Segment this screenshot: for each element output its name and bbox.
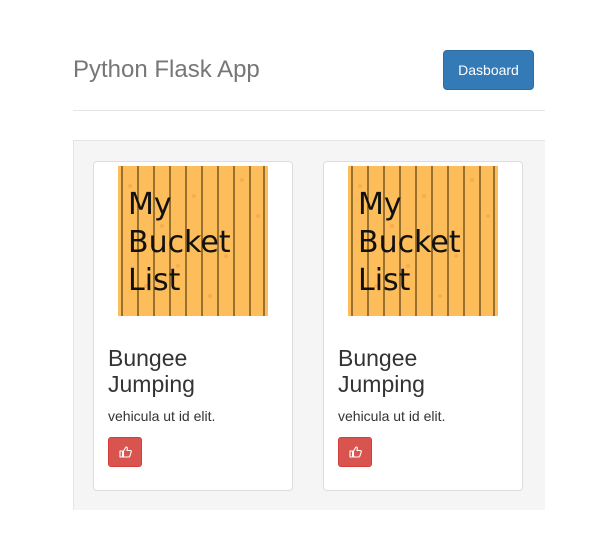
wishes-container: My Bucket List Bungee Jumping vehicula u… [73, 140, 545, 510]
thumb-text-line: List [128, 263, 181, 298]
like-button[interactable] [338, 437, 372, 467]
wish-description: vehicula ut id elit. [108, 408, 216, 424]
wish-description: vehicula ut id elit. [338, 408, 446, 424]
like-button[interactable] [108, 437, 142, 467]
dashboard-button[interactable]: Dasboard [443, 50, 534, 90]
bucket-list-thumbnail: My Bucket List [348, 166, 498, 316]
thumb-text-line: My [358, 187, 402, 222]
thumb-text-line: List [358, 263, 411, 298]
thumb-text-line: Bucket [128, 225, 231, 260]
page-title: Python Flask App [73, 56, 260, 83]
wish-title: Bungee Jumping [338, 345, 425, 397]
page-header: Python Flask App Dasboard [73, 0, 545, 111]
bucket-list-thumbnail: My Bucket List [118, 166, 268, 316]
thumbs-up-icon [119, 446, 132, 458]
wish-card: My Bucket List Bungee Jumping vehicula u… [323, 161, 523, 491]
wish-card: My Bucket List Bungee Jumping vehicula u… [93, 161, 293, 491]
thumb-text-line: My [128, 187, 172, 222]
thumbs-up-icon [349, 446, 362, 458]
thumb-text-line: Bucket [358, 225, 461, 260]
wish-title: Bungee Jumping [108, 345, 195, 397]
